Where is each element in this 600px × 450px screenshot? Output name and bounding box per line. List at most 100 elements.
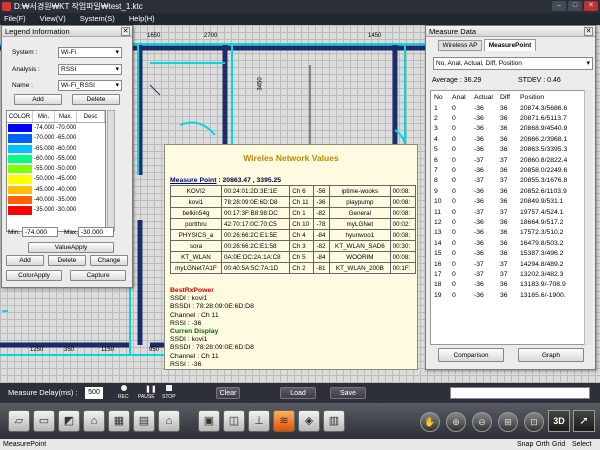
legend-close-icon[interactable]: ✕ (121, 27, 130, 36)
measure-row[interactable]: 2 0 -36 36 20871.6/5113.7 (432, 113, 590, 123)
analysis-select[interactable]: RSSI (58, 64, 122, 75)
grid-plan-icon[interactable]: ▦ (108, 410, 130, 432)
delay-input[interactable]: 500 (85, 387, 103, 399)
save-button[interactable]: Save (330, 387, 366, 399)
menu-help[interactable]: Help(H) (129, 13, 155, 25)
orth-toggle[interactable]: Orth (536, 439, 550, 450)
building-icon[interactable]: ▤ (133, 410, 155, 432)
pause-icon[interactable]: ❚❚ (145, 385, 157, 393)
measure-columns-select[interactable]: No, Anal, Actual, Diff, Position (433, 57, 593, 70)
col-color-header: COLOR (7, 111, 33, 122)
zoom-fit-icon[interactable]: ⊞ (498, 412, 518, 432)
view-3d-button[interactable]: 3D (548, 410, 570, 432)
legend-row[interactable]: -74.000 -70.000 (7, 123, 105, 134)
tab-measure-point[interactable]: MeasurePoint (484, 39, 536, 51)
legend-row[interactable]: -45.000 -40.000 (7, 184, 105, 196)
measure-row[interactable]: 14 0 -36 36 16479.8/503.2 (432, 238, 590, 248)
measure-row[interactable]: 8 0 -37 37 20855.3/1676.8 (432, 176, 590, 186)
measure-cell: 20858.0/2249.6 (520, 167, 568, 175)
measure-row[interactable]: 11 0 -37 37 19757.4/524.1 (432, 207, 590, 217)
delete-range-button[interactable]: Delete (48, 255, 86, 266)
current-ssid: SSDI : kovi1 (170, 336, 208, 344)
measure-cell: 37 (500, 260, 508, 268)
home-icon[interactable]: ⌂ (158, 410, 180, 432)
record-icon[interactable] (121, 385, 127, 391)
legend-row[interactable]: -65.000 -60.000 (7, 143, 105, 154)
graph-button[interactable]: Graph (518, 348, 584, 362)
legend-row[interactable]: -40.000 -35.000 (7, 195, 105, 206)
add-button[interactable]: Add (14, 94, 62, 105)
legend-row[interactable]: -55.000 -50.000 (7, 164, 105, 175)
clear-button[interactable]: Clear (216, 387, 240, 399)
measure-row[interactable]: 4 0 -36 36 20866.2/3968.1 (432, 134, 590, 144)
ap-cell: 00:30: (389, 240, 417, 252)
delete-button[interactable]: Delete (72, 94, 120, 105)
measure-row[interactable]: 17 0 -37 37 13202.3/482.3 (432, 269, 590, 279)
ap-cell: General (329, 207, 391, 219)
measure-row[interactable]: 1 0 -36 36 20874.3/5686.6 (432, 103, 590, 113)
measure-row[interactable]: 3 0 -36 36 20868.9/4540.9 (432, 124, 590, 134)
stop-icon[interactable] (166, 385, 172, 391)
measure-row[interactable]: 10 0 -36 36 20849.9/531.1 (432, 197, 590, 207)
menu-file[interactable]: File(F) (4, 13, 26, 25)
draw-wall-icon[interactable]: ▱ (8, 410, 30, 432)
measure-row[interactable]: 7 0 -36 36 20858.0/2249.6 (432, 165, 590, 175)
measure-row[interactable]: 9 0 -36 36 20852.6/1103.9 (432, 186, 590, 196)
change-button[interactable]: Change (90, 255, 128, 266)
comparison-button[interactable]: Comparison (438, 348, 504, 362)
close-button[interactable]: ✕ (584, 1, 598, 11)
pan-hand-icon[interactable]: ✋ (420, 412, 440, 432)
ap-icon[interactable]: ◈ (298, 410, 320, 432)
color-apply-button[interactable]: ColorApply (6, 270, 62, 281)
snap-toggle[interactable]: Snap (517, 439, 533, 450)
menu-view[interactable]: View(V) (40, 13, 66, 25)
legend-row[interactable]: -60.000 -55.000 (7, 153, 105, 165)
measure-row[interactable]: 13 0 -36 36 17572.3/510.2 (432, 228, 590, 238)
color-table-scrollbar[interactable] (107, 110, 115, 232)
minimize-button[interactable]: – (552, 1, 566, 11)
grid-toggle[interactable]: Grid (552, 439, 565, 450)
measure-close-icon[interactable]: ✕ (584, 27, 593, 36)
measure-row[interactable]: 16 0 -37 37 14294.8/489.2 (432, 259, 590, 269)
maximize-button[interactable]: □ (568, 1, 582, 11)
zoom-out-icon[interactable]: ⊖ (472, 412, 492, 432)
device-icon[interactable]: ▣ (198, 410, 220, 432)
window-title: D:₩서경원₩KT 작업파일₩test_1.ktc (14, 2, 143, 11)
door-icon[interactable]: ⌂ (83, 410, 105, 432)
antenna-icon[interactable]: ⊥ (248, 410, 270, 432)
measure-table[interactable]: No Anal Actual Diff Position 1 0 -36 36 2087… (432, 92, 590, 300)
wifi-icon[interactable]: ≋ (273, 410, 295, 432)
zoom-window-icon[interactable]: ⊡ (524, 412, 544, 432)
legend-row[interactable]: -70.000 -65.000 (7, 133, 105, 144)
capture-button[interactable]: Capture (70, 270, 126, 281)
legend-row[interactable]: -50.000 -45.000 (7, 174, 105, 185)
legend-row[interactable]: -35.000 -30.000 (7, 205, 105, 216)
value-apply-button[interactable]: ValueApply (28, 242, 114, 253)
color-table[interactable]: COLOR Min. Max. Desc -74.000 -70.000 -70.0… (6, 110, 106, 232)
measure-row[interactable]: 6 0 -37 37 20860.8/2822.4 (432, 155, 590, 165)
menu-system[interactable]: System(S) (80, 13, 115, 25)
draw-shape-icon[interactable]: ◩ (58, 410, 80, 432)
draw-room-icon[interactable]: ▭ (33, 410, 55, 432)
max-field[interactable]: -30.000 (78, 227, 114, 237)
measure-row[interactable]: 5 0 -36 36 20863.5/3395.3 (432, 145, 590, 155)
best-info: BestRxPower SSDI : kovi1 BSSDI : 78:28:0… (170, 287, 254, 369)
select-cursor-icon[interactable]: ➚ (573, 410, 595, 432)
min-field[interactable]: -74.000 (22, 227, 58, 237)
best-channel: Channel : Ch 11 (170, 311, 219, 319)
adapter-select[interactable]: Intel(R) WiFi Link 5100 AGN (450, 387, 590, 399)
add-range-button[interactable]: Add (6, 255, 44, 266)
min-label: Min. (8, 228, 21, 236)
load-button[interactable]: Load (280, 387, 316, 399)
router-icon[interactable]: ◫ (223, 410, 245, 432)
zoom-in-icon[interactable]: ⊕ (446, 412, 466, 432)
measure-row[interactable]: 18 0 -36 36 13183.9/-708.9 (432, 280, 590, 290)
stdev-value: STDEV : 0.46 (518, 77, 561, 84)
system-select[interactable]: Wi-Fi (58, 47, 122, 58)
name-select[interactable]: Wi-Fi_RSSI (58, 80, 122, 91)
measure-row[interactable]: 19 0 -36 36 13165.6/-1900. (432, 290, 590, 300)
tab-wireless-ap[interactable]: Wireless AP (438, 40, 482, 51)
measure-row[interactable]: 15 0 -36 36 15387.3/496.2 (432, 248, 590, 258)
measure-row[interactable]: 12 0 -36 36 18664.9/517.2 (432, 217, 590, 227)
measure-icon[interactable]: ▥ (323, 410, 345, 432)
